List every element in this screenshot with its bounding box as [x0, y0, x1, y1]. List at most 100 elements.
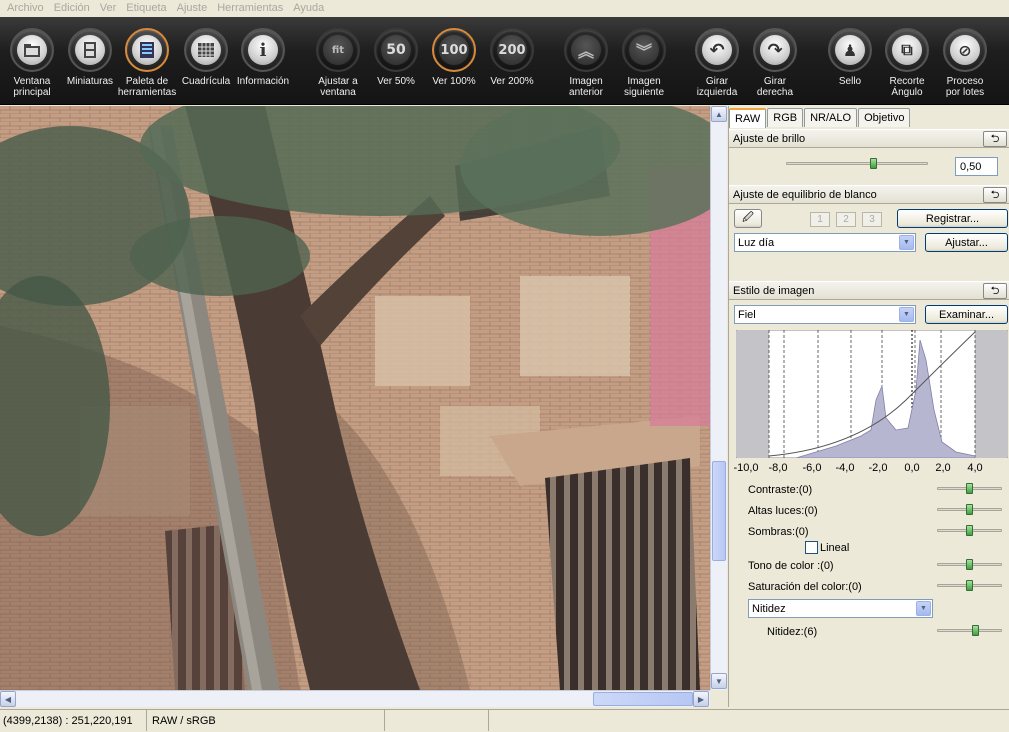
sharpness-slider[interactable]: [937, 629, 1002, 632]
folder-window-icon: [17, 35, 47, 65]
eyedropper-button[interactable]: 🖉: [734, 209, 762, 228]
zoom-200-button[interactable]: 200 Ver 200%: [488, 17, 536, 105]
zoom-50-icon: 50: [381, 35, 411, 65]
horizontal-scroll-thumb[interactable]: [593, 692, 693, 706]
white-balance-reset-button[interactable]: ⮌: [983, 187, 1007, 203]
white-balance-header: Ajuste de equilibrio de blanco ⮌: [729, 185, 1009, 204]
menu-edicion[interactable]: Edición: [49, 1, 95, 16]
zoom-100-icon: 100: [439, 35, 469, 65]
color-saturation-slider-knob[interactable]: [965, 580, 973, 591]
axis-label: -4,0: [835, 462, 855, 474]
toolbar: Ventana principal Miniaturas Paleta de h…: [0, 17, 1009, 105]
tab-objetivo[interactable]: Objetivo: [858, 108, 911, 127]
wb-preset-3[interactable]: 3: [862, 212, 882, 227]
batch-process-button[interactable]: ⊘ Proceso por lotes: [941, 17, 989, 105]
status-bar: (4399,2138) : 251,220,191 RAW / sRGB: [0, 709, 1009, 732]
next-image-icon: ︾: [629, 35, 659, 65]
tab-raw[interactable]: RAW: [729, 108, 767, 128]
stamp-label: Sello: [838, 76, 862, 87]
axis-label: 4,0: [967, 462, 983, 474]
stamp-button[interactable]: ♟ Sello: [826, 17, 874, 105]
tab-rgb[interactable]: RGB: [767, 108, 804, 127]
thumbnails-button[interactable]: Miniaturas: [64, 17, 116, 105]
white-balance-select[interactable]: Luz día ▼: [734, 233, 916, 252]
register-button[interactable]: Registrar...: [897, 209, 1008, 228]
rotate-left-button[interactable]: ↶ Girar izquierda: [686, 17, 748, 105]
info-button[interactable]: i Información: [235, 17, 291, 105]
horizontal-scrollbar[interactable]: ◀ ▶: [0, 690, 710, 707]
grid-button[interactable]: Cuadrícula: [180, 17, 232, 105]
picture-style-reset-button[interactable]: ⮌: [983, 283, 1007, 299]
brightness-reset-button[interactable]: ⮌: [983, 131, 1007, 147]
previous-image-button[interactable]: ︽ Imagen anterior: [562, 17, 610, 105]
status-cell-empty: [489, 710, 1009, 731]
scroll-left-button[interactable]: ◀: [0, 691, 16, 707]
eyedropper-icon: 🖉: [742, 212, 754, 224]
scroll-right-button[interactable]: ▶: [693, 691, 709, 707]
brightness-title: Ajuste de brillo: [733, 132, 806, 145]
highlights-slider-knob[interactable]: [965, 504, 973, 515]
linear-checkbox[interactable]: [805, 541, 818, 554]
tool-palette-label: Paleta de herramientas: [117, 76, 177, 98]
previous-image-label: Imagen anterior: [569, 76, 603, 98]
zoom-200-label: Ver 200%: [490, 76, 534, 87]
tab-nr-alo[interactable]: NR/ALO: [804, 108, 858, 127]
axis-label: -6,0: [802, 462, 822, 474]
next-image-label: Imagen siguiente: [623, 76, 665, 98]
menu-ver[interactable]: Ver: [95, 1, 122, 16]
vertical-scrollbar[interactable]: ▲ ▼: [710, 106, 727, 690]
menu-etiqueta[interactable]: Etiqueta: [121, 1, 171, 16]
zoom-50-button[interactable]: 50 Ver 50%: [372, 17, 420, 105]
rotate-left-label: Girar izquierda: [696, 76, 738, 98]
axis-label: 0,0: [904, 462, 920, 474]
contrast-slider-knob[interactable]: [965, 483, 973, 494]
menu-ayuda[interactable]: Ayuda: [288, 1, 329, 16]
chevron-down-icon: ▼: [916, 601, 931, 616]
previous-image-icon: ︽: [571, 35, 601, 65]
next-image-button[interactable]: ︾ Imagen siguiente: [620, 17, 668, 105]
tool-palette-button[interactable]: Paleta de herramientas: [118, 17, 176, 105]
menu-bar: Archivo Edición Ver Etiqueta Ajuste Herr…: [0, 0, 1009, 17]
fit-window-label: Ajustar a ventana: [318, 76, 358, 98]
sharpness-mode-value: Nitidez: [752, 602, 786, 615]
fit-window-icon: fit: [323, 35, 353, 65]
fit-window-button[interactable]: fit Ajustar a ventana: [314, 17, 362, 105]
brightness-slider-knob[interactable]: [870, 158, 878, 169]
picture-style-select[interactable]: Fiel ▼: [734, 305, 916, 324]
sharpness-slider-knob[interactable]: [972, 625, 979, 636]
shadows-slider-knob[interactable]: [965, 525, 973, 536]
thumbnails-icon: [75, 35, 105, 65]
vertical-scroll-thumb[interactable]: [712, 461, 726, 561]
status-cell-empty: [385, 710, 489, 731]
brightness-value-field[interactable]: 0,50: [955, 157, 998, 176]
menu-ajuste[interactable]: Ajuste: [172, 1, 213, 16]
crop-angle-button[interactable]: ⧉ Recorte Ángulo: [883, 17, 931, 105]
zoom-100-button[interactable]: 100 Ver 100%: [430, 17, 478, 105]
histogram[interactable]: [736, 330, 1008, 458]
scroll-up-button[interactable]: ▲: [711, 106, 727, 122]
crop-angle-icon: ⧉: [892, 35, 922, 65]
zoom-200-icon: 200: [497, 35, 527, 65]
image-viewer[interactable]: [0, 106, 710, 690]
wb-preset-1[interactable]: 1: [810, 212, 830, 227]
menu-herramientas[interactable]: Herramientas: [212, 1, 288, 16]
rotate-right-button[interactable]: ↷ Girar derecha: [746, 17, 804, 105]
main-window-button[interactable]: Ventana principal: [8, 17, 56, 105]
undo-arrow-icon: ⮌: [990, 132, 1000, 145]
menu-archivo[interactable]: Archivo: [2, 1, 49, 16]
rotate-right-icon: ↷: [760, 35, 790, 65]
sharpness-mode-select[interactable]: Nitidez ▼: [748, 599, 933, 618]
color-tone-slider-knob[interactable]: [965, 559, 973, 570]
brightness-slider[interactable]: [786, 162, 928, 165]
zoom-50-label: Ver 50%: [377, 76, 415, 87]
adjust-button[interactable]: Ajustar...: [925, 233, 1008, 252]
browse-button[interactable]: Examinar...: [925, 305, 1008, 324]
axis-label: -8,0: [768, 462, 788, 474]
wb-preset-2[interactable]: 2: [836, 212, 856, 227]
brightness-header: Ajuste de brillo ⮌: [729, 129, 1009, 148]
axis-label: -10,0: [733, 462, 759, 474]
shadows-label: Sombras:(0): [748, 526, 809, 538]
crop-angle-label: Recorte Ángulo: [889, 76, 925, 98]
chevron-down-icon: ▼: [899, 307, 914, 322]
scroll-down-button[interactable]: ▼: [711, 673, 727, 689]
